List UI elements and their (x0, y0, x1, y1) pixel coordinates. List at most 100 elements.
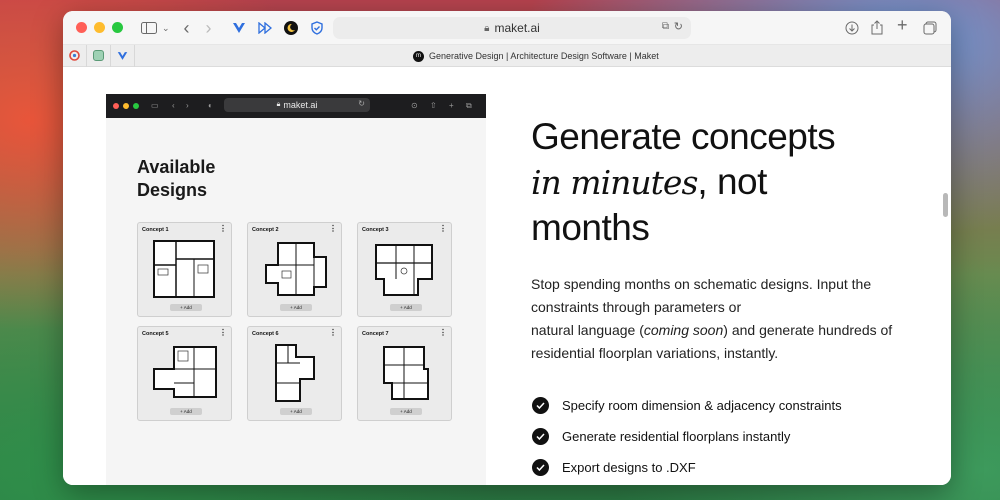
mock-address-text: maket.ai (283, 100, 318, 110)
feature-item: Export designs to .DXF (532, 452, 842, 483)
concept-name: Concept 2 (252, 227, 279, 233)
more-options-icon[interactable]: ⋮ (329, 225, 337, 233)
more-options-icon[interactable]: ⋮ (329, 329, 337, 337)
add-button[interactable]: + Add (390, 304, 422, 311)
concept-card[interactable]: Concept 6 ⋮ + Add (247, 326, 342, 421)
new-tab-button[interactable]: + (897, 16, 908, 34)
tab-bar: m Generative Design | Architecture Desig… (63, 44, 951, 67)
scrollbar-thumb[interactable] (943, 193, 948, 217)
concept-name: Concept 7 (362, 331, 389, 337)
pinned-tab-2[interactable] (87, 44, 111, 67)
forward-button[interactable]: › (206, 19, 212, 37)
mock-address-bar: 🔒︎ maket.ai ↻ (224, 98, 370, 112)
concept-name: Concept 3 (362, 227, 389, 233)
shield-check-icon[interactable] (310, 20, 324, 35)
floorplan-image (153, 346, 217, 398)
page-content: ▭ ‹ › ◐ 🔒︎ maket.ai ↻ ⊙ ⇧ + ⧉ Available … (63, 67, 951, 485)
mock-plus-icon: + (449, 101, 454, 110)
v-favicon-icon (117, 51, 128, 60)
mock-minimize-dot (123, 103, 129, 109)
headline-line-2: in minutes, not (531, 159, 911, 205)
check-circle-icon (532, 397, 549, 414)
floorplan-image (375, 244, 433, 296)
concept-card[interactable]: Concept 3 ⋮ + Add (357, 222, 452, 317)
headline-line-1: Generate concepts (531, 116, 836, 157)
more-options-icon[interactable]: ⋮ (439, 225, 447, 233)
feature-text: Generate residential floorplans instantl… (562, 429, 791, 444)
swirl-favicon-icon (69, 50, 80, 61)
sidebar-icon[interactable] (141, 21, 157, 34)
mock-back-icon: ‹ (172, 101, 175, 110)
zoom-button[interactable] (112, 22, 123, 33)
description-italic: coming soon (643, 322, 724, 338)
translate-icon[interactable]: ⧉ (662, 21, 669, 32)
chevron-down-icon[interactable]: ⌄ (162, 21, 170, 35)
window-controls (76, 22, 123, 33)
feature-item: Generate residential floorplans instantl… (532, 421, 842, 452)
reload-icon[interactable]: ↻ (674, 20, 683, 33)
concept-card[interactable]: Concept 1 ⋮ + Add (137, 222, 232, 317)
mock-share-icon: ⇧ (430, 101, 437, 110)
feature-item: Specify room dimension & adjacency const… (532, 390, 842, 421)
mock-zoom-dot (133, 103, 139, 109)
headline-italic: in minutes (531, 163, 698, 202)
add-button[interactable]: + Add (170, 304, 202, 311)
close-button[interactable] (76, 22, 87, 33)
share-icon[interactable] (871, 20, 883, 35)
address-bar[interactable]: 🔒︎ maket.ai ⧉ ↻ (333, 17, 691, 39)
heading-line-1: Available (137, 157, 216, 177)
add-button[interactable]: + Add (170, 408, 202, 415)
product-screenshot: ▭ ‹ › ◐ 🔒︎ maket.ai ↻ ⊙ ⇧ + ⧉ Available … (106, 94, 486, 485)
add-button[interactable]: + Add (280, 408, 312, 415)
floorplan-image (383, 346, 429, 400)
add-button[interactable]: + Add (390, 408, 422, 415)
address-text: maket.ai (494, 21, 540, 35)
available-designs-heading: Available Designs (137, 156, 257, 202)
active-tab[interactable]: m Generative Design | Architecture Desig… (413, 45, 659, 67)
mock-tabs-icon: ⧉ (466, 101, 472, 110)
more-options-icon[interactable]: ⋮ (439, 329, 447, 337)
mock-sidebar-icon: ▭ (151, 101, 159, 110)
pinned-tab-1[interactable] (63, 44, 87, 67)
app-favicon-icon (93, 50, 104, 61)
fast-forward-icon[interactable] (257, 21, 272, 34)
feature-list: Specify room dimension & adjacency const… (532, 390, 842, 483)
mock-forward-icon: › (186, 101, 189, 110)
browser-toolbar: ⌄ ‹ › 🔒︎ maket.ai ⧉ ↻ + (63, 11, 951, 45)
description-part-2: natural language ( (531, 322, 644, 338)
mock-reload-icon: ↻ (358, 99, 365, 108)
concept-card[interactable]: Concept 5 ⋮ + Add (137, 326, 232, 421)
concept-card[interactable]: Concept 7 ⋮ + Add (357, 326, 452, 421)
mock-shield-icon: ◐ (208, 101, 213, 110)
concept-name: Concept 1 (142, 227, 169, 233)
maket-favicon-icon: m (413, 50, 424, 62)
browser-window: ⌄ ‹ › 🔒︎ maket.ai ⧉ ↻ + m Generative Des… (63, 11, 951, 485)
minimize-button[interactable] (94, 22, 105, 33)
floorplan-image (265, 242, 327, 296)
headline-line-3: months (531, 207, 650, 248)
concept-name: Concept 6 (252, 331, 279, 337)
concept-card[interactable]: Concept 2 ⋮ + Add (247, 222, 342, 317)
back-button[interactable]: ‹ (184, 19, 190, 37)
more-options-icon[interactable]: ⋮ (219, 329, 227, 337)
floorplan-image (275, 344, 315, 402)
pinned-tab-3[interactable] (111, 44, 135, 67)
feature-text: Export designs to .DXF (562, 460, 696, 475)
more-options-icon[interactable]: ⋮ (219, 225, 227, 233)
mock-close-dot (113, 103, 119, 109)
check-circle-icon (532, 459, 549, 476)
extension-v-icon[interactable] (232, 22, 246, 34)
download-icon[interactable] (845, 21, 859, 35)
mock-browser-bar: ▭ ‹ › ◐ 🔒︎ maket.ai ↻ ⊙ ⇧ + ⧉ (106, 94, 486, 118)
description-part-1: Stop spending months on schematic design… (531, 276, 872, 315)
moon-extension-icon[interactable] (283, 20, 298, 35)
add-button[interactable]: + Add (280, 304, 312, 311)
feature-text: Specify room dimension & adjacency const… (562, 398, 842, 413)
lock-icon: 🔒︎ (484, 22, 490, 34)
hero-headline: Generate concepts in minutes, not months (531, 114, 911, 250)
tab-title: Generative Design | Architecture Design … (429, 51, 659, 61)
heading-line-2: Designs (137, 180, 208, 200)
headline-line-2-rest: , not (697, 161, 767, 202)
tab-overview-icon[interactable] (923, 21, 937, 35)
check-circle-icon (532, 428, 549, 445)
